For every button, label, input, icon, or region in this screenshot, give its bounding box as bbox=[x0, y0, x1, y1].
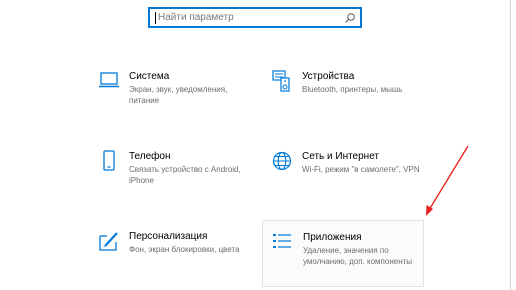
laptop-icon bbox=[99, 72, 119, 88]
window-edge bbox=[510, 0, 511, 290]
keyboard-speaker-icon bbox=[272, 70, 290, 92]
search-icon[interactable] bbox=[344, 12, 356, 24]
tile-title: Система bbox=[129, 71, 170, 82]
tile-devices[interactable]: Устройства Bluetooth, принтеры, мышь bbox=[271, 70, 431, 110]
tile-description: Экран, звук, уведомления, питание bbox=[129, 85, 228, 105]
tile-description: Связать устройство с Android, iPhone bbox=[129, 165, 241, 185]
tile-network[interactable]: Сеть и Интернет Wi-Fi, режим "в самолете… bbox=[271, 150, 431, 190]
tile-description: Bluetooth, принтеры, мышь bbox=[302, 85, 403, 94]
tile-title: Персонализация bbox=[129, 231, 208, 242]
apps-list-icon bbox=[273, 234, 291, 248]
tile-description: Фон, экран блокировки, цвета bbox=[129, 245, 240, 254]
annotation-arrow bbox=[426, 145, 469, 216]
tile-description: Удаление, значения по умолчанию, доп. ко… bbox=[303, 246, 413, 266]
text-caret bbox=[155, 12, 156, 24]
paint-brush-icon bbox=[99, 232, 118, 251]
tile-system[interactable]: Система Экран, звук, уведомления, питани… bbox=[98, 70, 258, 110]
globe-icon bbox=[272, 151, 292, 171]
search-input[interactable]: Найти параметр bbox=[148, 7, 362, 28]
tile-personalization[interactable]: Персонализация Фон, экран блокировки, цв… bbox=[98, 230, 258, 270]
tile-title: Телефон bbox=[129, 151, 171, 162]
tile-title: Устройства bbox=[302, 71, 355, 82]
tile-title: Приложения bbox=[303, 232, 362, 243]
phone-icon bbox=[103, 150, 115, 171]
tile-apps[interactable]: Приложения Удаление, значения по умолчан… bbox=[262, 220, 424, 287]
tile-phone[interactable]: Телефон Связать устройство с Android, iP… bbox=[98, 150, 258, 190]
tile-apps-content: Приложения Удаление, значения по умолчан… bbox=[272, 231, 422, 281]
tile-description: Wi-Fi, режим "в самолете", VPN bbox=[302, 165, 420, 174]
tile-title: Сеть и Интернет bbox=[302, 151, 380, 162]
search-placeholder: Найти параметр bbox=[158, 12, 234, 23]
